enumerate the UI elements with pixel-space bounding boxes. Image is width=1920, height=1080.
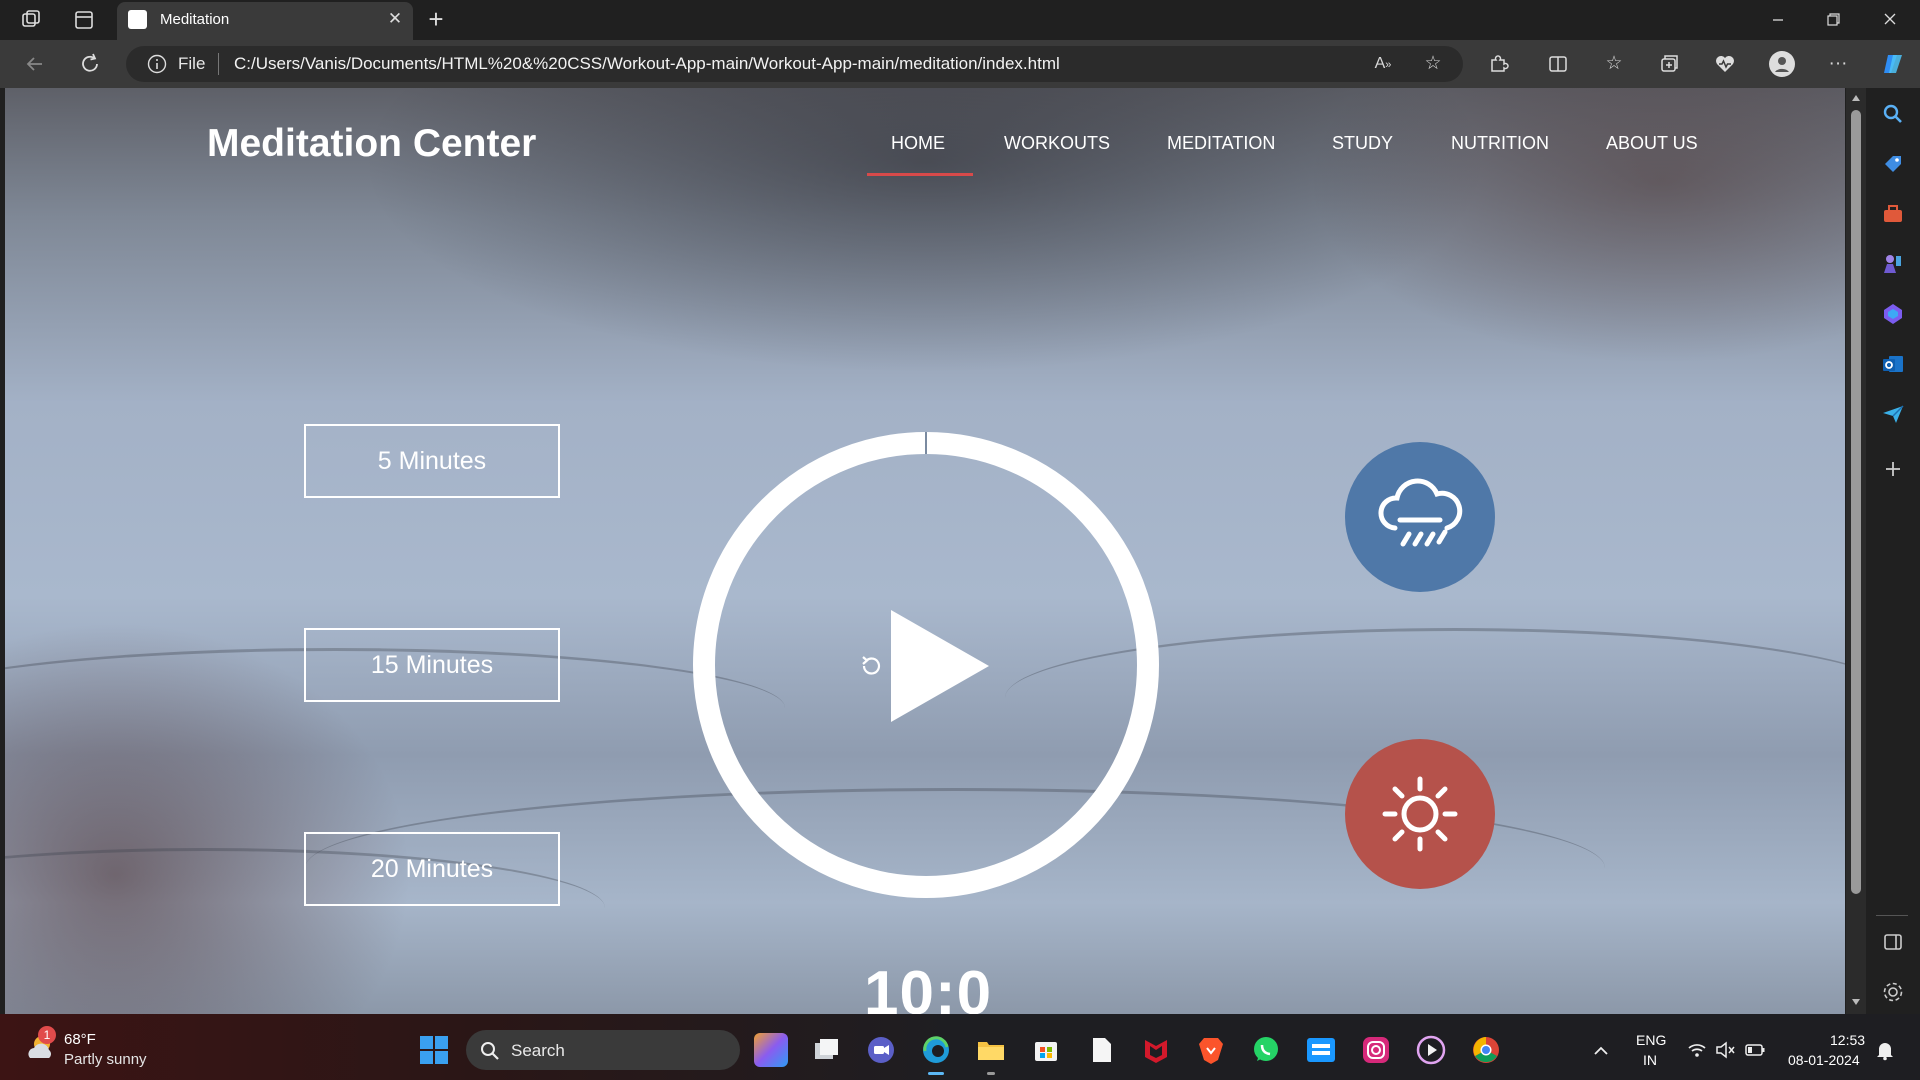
prime-video-icon[interactable] <box>1304 1033 1338 1067</box>
restore-icon[interactable] <box>1813 6 1853 34</box>
mcafee-icon[interactable] <box>1139 1033 1173 1067</box>
sidebar-panel-icon[interactable] <box>1879 928 1907 956</box>
nav-home[interactable]: HOME <box>891 133 945 154</box>
nav-active-underline <box>867 173 973 176</box>
microsoft-store-icon[interactable] <box>1029 1033 1063 1067</box>
duration-5-button[interactable]: 5 Minutes <box>304 424 560 498</box>
cloud-rain-icon <box>1378 478 1463 547</box>
rain-sound-button[interactable] <box>1345 442 1495 592</box>
battery-icon[interactable] <box>1744 1039 1766 1061</box>
copilot-app-icon[interactable] <box>754 1033 788 1067</box>
nav-workouts[interactable]: WORKOUTS <box>1004 133 1110 154</box>
teams-meet-icon[interactable] <box>864 1033 898 1067</box>
sun-sound-button[interactable] <box>1345 739 1495 889</box>
browser-toolbar: File C:/Users/Vanis/Documents/HTML%20&%2… <box>0 40 1920 88</box>
favorite-star-icon[interactable]: ☆ <box>1418 49 1448 79</box>
sun-icon <box>1382 776 1458 852</box>
split-screen-icon[interactable] <box>1543 49 1573 79</box>
browser-tab-bar: Meditation ✕ + <box>0 0 1920 40</box>
back-icon[interactable] <box>20 49 50 79</box>
sidebar-shopping-icon[interactable] <box>1879 150 1907 178</box>
media-player-icon[interactable] <box>1414 1033 1448 1067</box>
scroll-down-icon[interactable] <box>1850 996 1862 1008</box>
windows-taskbar <box>0 1014 1920 1080</box>
copilot-icon[interactable] <box>1878 49 1908 79</box>
nav-nutrition[interactable]: NUTRITION <box>1451 133 1549 154</box>
sidebar-copilot-icon[interactable] <box>1879 300 1907 328</box>
replay-icon[interactable] <box>857 652 885 680</box>
url-text[interactable]: C:/Users/Vanis/Documents/HTML%20&%20CSS/… <box>234 54 1060 74</box>
sidebar-divider <box>1876 915 1908 916</box>
instagram-icon[interactable] <box>1359 1033 1393 1067</box>
sidebar-search-icon[interactable] <box>1879 100 1907 128</box>
new-tab-button[interactable]: + <box>422 6 450 34</box>
weather-notification-badge: 1 <box>38 1026 56 1044</box>
file-explorer-icon[interactable] <box>974 1033 1008 1067</box>
timer-display: 10:0 <box>864 959 993 1014</box>
tab-close-icon[interactable]: ✕ <box>384 8 406 30</box>
duration-15-button[interactable]: 15 Minutes <box>304 628 560 702</box>
collections-icon[interactable] <box>1654 49 1684 79</box>
weather-description[interactable]: Partly sunny <box>64 1051 147 1068</box>
tab-title: Meditation <box>160 11 230 28</box>
browser-essentials-icon[interactable] <box>1710 49 1740 79</box>
tab-actions-icon[interactable] <box>73 9 95 31</box>
nav-meditation[interactable]: MEDITATION <box>1167 133 1275 154</box>
sidebar-settings-icon[interactable] <box>1879 978 1907 1006</box>
input-region[interactable]: IN <box>1643 1052 1657 1068</box>
favorites-icon[interactable]: ☆ <box>1599 49 1629 79</box>
show-hidden-icons[interactable] <box>1590 1040 1612 1062</box>
sidebar-add-icon[interactable] <box>1879 455 1907 483</box>
profile-avatar-icon[interactable] <box>1767 49 1797 79</box>
notifications-bell-icon[interactable] <box>1874 1039 1896 1061</box>
edge-browser-icon[interactable] <box>919 1033 953 1067</box>
url-scheme-label: File <box>178 54 206 73</box>
minimize-icon[interactable] <box>1758 6 1798 34</box>
close-window-icon[interactable] <box>1870 6 1910 34</box>
task-view-icon[interactable] <box>809 1033 843 1067</box>
scrollbar-thumb[interactable] <box>1851 110 1861 894</box>
clock-date[interactable]: 08-01-2024 <box>1788 1052 1860 1068</box>
play-button[interactable] <box>885 606 995 726</box>
whatsapp-icon[interactable] <box>1249 1033 1283 1067</box>
url-divider <box>218 53 219 75</box>
sidebar-games-icon[interactable] <box>1879 250 1907 278</box>
volume-muted-icon[interactable] <box>1714 1039 1736 1061</box>
page-viewport: Meditation Center HOME WORKOUTS MEDITATI… <box>5 88 1845 1014</box>
refresh-icon[interactable] <box>75 49 105 79</box>
input-language[interactable]: ENG <box>1636 1032 1666 1048</box>
edge-active-indicator <box>928 1072 944 1075</box>
workspaces-icon[interactable] <box>20 9 42 31</box>
brave-browser-icon[interactable] <box>1194 1033 1228 1067</box>
nav-study[interactable]: STUDY <box>1332 133 1393 154</box>
more-options-icon[interactable]: ··· <box>1823 49 1853 79</box>
taskbar-search-label: Search <box>511 1041 565 1060</box>
sidebar-tools-icon[interactable] <box>1879 200 1907 228</box>
site-info-icon[interactable] <box>146 53 168 75</box>
nav-about-us[interactable]: ABOUT US <box>1606 133 1698 154</box>
wifi-icon[interactable] <box>1686 1039 1708 1061</box>
clock-time[interactable]: 12:53 <box>1830 1032 1865 1048</box>
windows-start-icon[interactable] <box>418 1034 450 1066</box>
site-title: Meditation Center <box>207 122 537 165</box>
read-aloud-icon[interactable]: A» <box>1368 49 1398 79</box>
taskbar-search-box[interactable] <box>466 1030 740 1070</box>
explorer-open-indicator <box>987 1072 995 1075</box>
duration-20-button[interactable]: 20 Minutes <box>304 832 560 906</box>
scroll-up-icon[interactable] <box>1850 92 1862 104</box>
page-favicon-icon <box>128 10 147 29</box>
weather-temperature[interactable]: 68°F <box>64 1031 96 1048</box>
chrome-browser-icon[interactable] <box>1469 1033 1503 1067</box>
sidebar-outlook-icon[interactable] <box>1879 350 1907 378</box>
notepad-icon[interactable] <box>1084 1033 1118 1067</box>
sidebar-send-icon[interactable] <box>1879 400 1907 428</box>
extensions-icon[interactable] <box>1483 49 1513 79</box>
taskbar-search-icon <box>479 1040 501 1062</box>
